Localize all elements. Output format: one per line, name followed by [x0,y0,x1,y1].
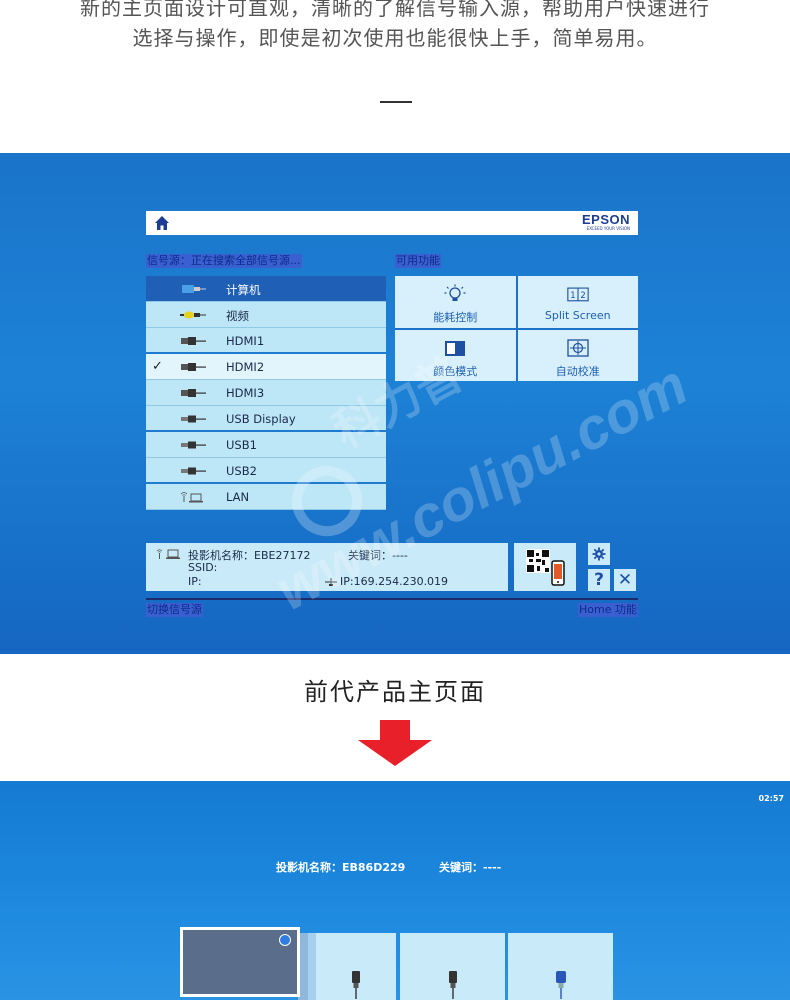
brand-tagline: EXCEED YOUR VISION [586,226,630,231]
function-label: 颜色模式 [433,364,478,378]
usb-connector-icon [181,467,206,475]
source-item-usb2[interactable]: USB2 [146,458,386,484]
source-item-label: USB1 [226,438,257,452]
source-section-label: 信号源：正在搜索全部信号源... [146,254,302,268]
tile-shadow [308,933,316,1000]
source-tile-hdmi[interactable] [316,933,396,1000]
footer-home-function: Home 功能 [578,603,638,617]
source-list: 计算机 视频 HDMI1 ✓ HDMI2 HDMI3 USB Display U… [146,276,386,510]
projector-info-box: 投影机名称：EBE27172 关键词：---- SSID: IP: IP:169… [146,543,508,591]
source-tile-computer[interactable] [508,933,613,1000]
home-icon[interactable] [154,215,170,231]
source-item-label: 视频 [226,309,249,323]
svg-text:1: 1 [570,290,575,300]
svg-text:2: 2 [580,290,585,300]
usb-connector-icon [181,415,206,423]
source-item-label: USB Display [226,412,296,426]
source-item-label: HDMI1 [226,334,265,348]
function-power-control[interactable]: 能耗控制 [395,276,516,328]
source-item-label: HDMI2 [226,360,265,374]
brand-logo: EPSON EXCEED YOUR VISION [582,213,630,232]
source-item-hdmi2[interactable]: ✓ HDMI2 [146,354,386,380]
top-bar: EPSON EXCEED YOUR VISION [146,211,638,235]
home-screen-new: EPSON EXCEED YOUR VISION 信号源：正在搜索全部信号源..… [0,153,790,654]
hdmi-connector-icon [181,337,206,345]
usb-connector-icon [181,441,206,449]
footer-switch-source: 切换信号源 [146,603,203,617]
function-color-mode[interactable]: 颜色模式 [395,329,516,381]
color-mode-icon [445,340,466,356]
bulb-icon [444,284,466,301]
source-item-hdmi1[interactable]: HDMI1 [146,328,386,354]
source-item-hdmi3[interactable]: HDMI3 [146,380,386,406]
source-tile-selected[interactable] [180,927,300,997]
down-arrow-icon [358,720,432,766]
hdmi-connector-icon [181,389,206,397]
source-item-usb-display[interactable]: USB Display [146,406,386,432]
ssid: SSID: [188,561,218,574]
source-item-label: LAN [226,490,250,504]
source-item-video[interactable]: 视频 [146,302,386,328]
wired-network-icon [325,578,337,586]
check-icon: ✓ [152,359,163,374]
brand-name: EPSON [581,212,630,227]
footer-divider [146,598,638,600]
usb-connector-icon [448,971,457,999]
intro-line-1: 新的主页面设计可直观，清晰的了解信号输入源，帮助用户快速进行 [80,0,710,20]
section-caption: 前代产品主页面 [304,678,486,706]
source-item-usb1[interactable]: USB1 [146,432,386,458]
clock: 02:57 [758,794,784,803]
close-button[interactable]: ✕ [614,569,636,591]
split-screen-icon: 1 2 [567,287,589,302]
settings-button[interactable] [588,543,610,565]
qr-code-icon [526,549,565,586]
function-section-label: 可用功能 [395,254,441,268]
vga-connector-icon [555,971,566,999]
auto-calibration-icon [567,338,589,357]
source-item-lan[interactable]: LAN [146,484,386,510]
function-label: 能耗控制 [433,311,478,324]
projector-name: 投影机名称：EB86D229 关键词：---- [276,859,501,875]
source-tile-usb[interactable] [400,933,505,1000]
projector-name-value: 投影机名称：EB86D229 [276,861,406,874]
hdmi-connector-icon [181,363,206,371]
function-grid: 能耗控制 1 2 Split Screen 颜色模式 自动校准 [395,276,638,381]
function-split-screen[interactable]: 1 2 Split Screen [517,276,638,328]
qr-code-button[interactable] [514,543,576,591]
ip-wired: IP:169.254.230.019 [340,575,449,588]
hdmi-connector-icon [352,971,360,999]
lan-icon [180,492,203,503]
help-button[interactable]: ? [588,569,610,591]
source-item-computer[interactable]: 计算机 [146,276,386,302]
ip-wireless: IP: [188,575,202,588]
keyword: 关键词：---- [348,549,408,562]
intro-section: 新的主页面设计可直观，清晰的了解信号输入源，帮助用户快速进行 选择与操作，即使是… [0,0,790,153]
home-screen-previous: 02:57 投影机名称：EB86D229 关键词：---- [0,781,790,1000]
rca-connector-icon [180,311,206,319]
divider [380,101,412,103]
source-item-label: 计算机 [226,283,261,297]
intro-line-2: 选择与操作，即使是初次使用也能很快上手，简单易用。 [132,26,658,50]
gear-icon [592,547,606,561]
network-icon [156,549,180,559]
source-item-label: HDMI3 [226,386,265,400]
function-auto-calibration[interactable]: 自动校准 [517,329,638,381]
function-label: Split Screen [544,309,611,322]
keyword: 关键词：---- [439,861,502,874]
check-icon [279,934,291,946]
vga-connector-icon [182,285,206,293]
source-item-label: USB2 [226,464,257,478]
function-label: 自动校准 [555,364,600,378]
